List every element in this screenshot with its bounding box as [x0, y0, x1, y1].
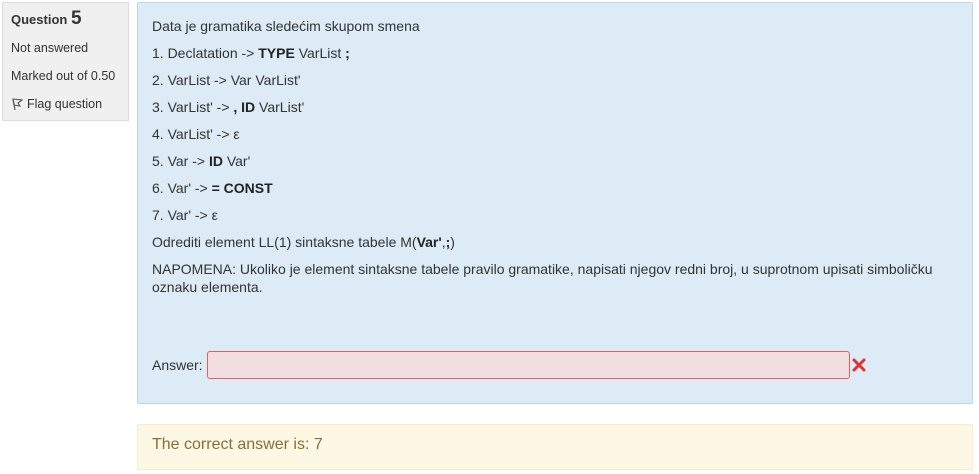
grammar-rule: 7. Var' -> ε — [152, 206, 958, 224]
answer-row: Answer: — [152, 351, 867, 379]
grammar-rule: 1. Declatation -> TYPE VarList ; — [152, 44, 958, 62]
question-state: Not answered — [11, 41, 89, 55]
rule-text: 4. VarList' -> ε — [152, 126, 240, 142]
task-suffix: ) — [450, 234, 455, 250]
rule-text: 7. Var' -> ε — [152, 207, 218, 223]
rule-text: 3. VarList' -> — [152, 99, 234, 115]
right-answer: The correct answer is: 7 — [152, 436, 323, 453]
question-label: Question — [11, 12, 68, 27]
question-intro: Data je gramatika sledećim skupom smena — [152, 18, 420, 34]
rule-text: VarList — [294, 45, 346, 61]
question-title: Question 5 — [11, 9, 120, 30]
grammar-rules: 1. Declatation -> TYPE VarList ; 2. VarLi… — [152, 44, 958, 224]
incorrect-icon — [850, 357, 867, 373]
question-grade: Marked out of 0.50 — [11, 69, 116, 83]
grammar-rule: 6. Var' -> = CONST — [152, 179, 958, 197]
rule-bold-text: ; — [345, 45, 350, 61]
rule-text: 1. Declatation -> — [152, 45, 259, 61]
rule-text: 6. Var' -> — [152, 180, 212, 196]
answer-label: Answer: — [152, 357, 203, 373]
flag-icon — [11, 97, 23, 111]
question-feedback: The correct answer is: 7 — [137, 424, 973, 470]
task-bold-nonterminal: Var' — [416, 234, 442, 250]
task-text: Odrediti element LL(1) sintaksne tabele … — [152, 234, 417, 250]
grammar-rule: 3. VarList' -> , ID VarList' — [152, 98, 958, 116]
rule-bold-text: = CONST — [211, 180, 273, 196]
question-task: Odrediti element LL(1) sintaksne tabele … — [152, 233, 958, 251]
question-number: 5 — [70, 8, 82, 29]
question-info-panel: Question 5 Not answered Marked out of 0.… — [2, 2, 129, 121]
answer-input[interactable] — [206, 351, 850, 379]
grammar-rule: 2. VarList -> Var VarList' — [152, 71, 958, 89]
rule-bold-text: TYPE — [258, 45, 295, 61]
rule-text: 5. Var -> — [152, 153, 209, 169]
rule-text: VarList' — [255, 99, 305, 115]
question-formulation: Data je gramatika sledećim skupom smena … — [137, 2, 973, 404]
rule-bold-text: , ID — [233, 99, 256, 115]
question-text: Data je gramatika sledećim skupom smena … — [152, 17, 958, 296]
flag-question-link[interactable]: Flag question — [11, 95, 120, 113]
flag-question-label: Flag question — [27, 97, 103, 111]
rule-text: Var' — [222, 153, 251, 169]
grammar-rule: 4. VarList' -> ε — [152, 125, 958, 143]
grammar-rule: 5. Var -> ID Var' — [152, 152, 958, 170]
rule-text: 2. VarList -> Var VarList' — [152, 72, 301, 88]
question-note: NAPOMENA: Ukoliko je element sintaksne t… — [152, 261, 933, 295]
rule-bold-text: ID — [208, 153, 223, 169]
